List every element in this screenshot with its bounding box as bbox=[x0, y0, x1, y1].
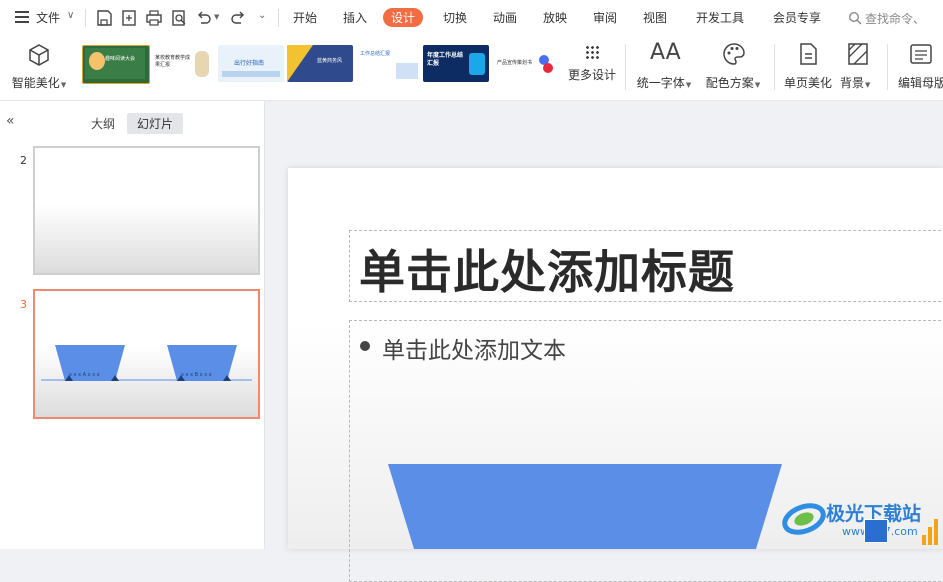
more-quick-access-icon[interactable]: ⌄ bbox=[258, 10, 266, 21]
edit-master-label: 编辑母版 bbox=[898, 76, 943, 90]
palette-icon bbox=[723, 43, 745, 65]
undo-dropdown-icon[interactable]: ▼ bbox=[214, 13, 219, 21]
background-button[interactable]: 背景▼ bbox=[840, 40, 880, 92]
slide-master-icon bbox=[910, 44, 932, 64]
tab-member[interactable]: 会员专享 bbox=[773, 9, 821, 26]
swirl-logo-icon bbox=[782, 503, 826, 535]
design-template-4[interactable]: 蓝黄商务风 bbox=[287, 45, 353, 82]
export-icon[interactable] bbox=[120, 9, 138, 27]
color-scheme-button[interactable]: 配色方案▼ bbox=[701, 40, 765, 92]
divider bbox=[774, 44, 775, 90]
command-search-input[interactable]: 查找命令、 bbox=[865, 10, 925, 27]
document-icon bbox=[800, 43, 817, 65]
unify-font-label: 统一字体 bbox=[636, 76, 685, 90]
tab-animation[interactable]: 动画 bbox=[493, 9, 517, 26]
design-ribbon: 智能美化▼ 趣味阅读大会 某校教育教学成果汇报 出行好指南 蓝黄商务风 工作总结… bbox=[0, 36, 943, 101]
tab-outline[interactable]: 大纲 bbox=[91, 115, 115, 132]
caret-down-icon: ▼ bbox=[60, 81, 67, 89]
undo-icon[interactable] bbox=[195, 9, 213, 27]
signal-bars-icon bbox=[922, 517, 940, 545]
divider bbox=[625, 44, 626, 90]
template-3-text: 出行好指南 bbox=[234, 60, 265, 67]
chevron-down-icon[interactable]: ∨ bbox=[67, 10, 74, 21]
watermark-logo: 极光下载站 www.xz7.com bbox=[782, 495, 943, 549]
hamburger-menu-icon[interactable] bbox=[15, 11, 29, 23]
background-label: 背景 bbox=[840, 76, 865, 90]
cube-icon bbox=[29, 44, 49, 66]
color-scheme-label: 配色方案 bbox=[705, 76, 754, 90]
tab-developer[interactable]: 开发工具 bbox=[696, 9, 744, 26]
bullet-dot bbox=[360, 341, 370, 351]
design-template-2[interactable]: 某校教育教学成果汇报 bbox=[151, 45, 213, 82]
template-4-text: 蓝黄商务风 bbox=[317, 58, 343, 64]
mini-text-b: x x x B x x x bbox=[181, 372, 212, 378]
save-icon[interactable] bbox=[95, 9, 113, 27]
edit-master-button[interactable]: 编辑母版 bbox=[894, 40, 943, 92]
smart-beautify-button[interactable]: 智能美化▼ bbox=[8, 40, 70, 92]
background-pattern-icon bbox=[848, 43, 868, 65]
more-design-label: 更多设计 bbox=[567, 68, 616, 82]
title-placeholder[interactable]: 单击此处添加标题 bbox=[349, 230, 943, 302]
design-template-5[interactable]: 工作总结汇报 bbox=[356, 45, 420, 82]
tab-slideshow[interactable]: 放映 bbox=[543, 9, 567, 26]
mini-slide-shapes bbox=[41, 345, 252, 381]
more-design-button[interactable]: 更多设计 bbox=[565, 40, 619, 90]
file-menu[interactable]: 文件 bbox=[36, 9, 60, 26]
template-6-text: 年度工作总结汇报 bbox=[427, 52, 464, 67]
print-icon[interactable] bbox=[145, 9, 163, 27]
design-template-6[interactable]: 年度工作总结汇报 bbox=[423, 45, 489, 82]
tab-transition[interactable]: 切换 bbox=[443, 9, 467, 26]
figure-illustration-icon bbox=[195, 51, 209, 77]
slide-title: 单击此处添加标题 bbox=[359, 245, 735, 299]
slide-thumbnail-3[interactable]: x x x A x x x x x x B x x x bbox=[33, 289, 260, 419]
redo-icon[interactable] bbox=[229, 9, 247, 27]
slide-number-selected: 3 bbox=[20, 298, 27, 311]
caret-down-icon: ▼ bbox=[754, 81, 761, 89]
template-5-text: 工作总结汇报 bbox=[360, 51, 391, 57]
template-2-text: 某校教育教学成果汇报 bbox=[155, 55, 191, 68]
design-template-1[interactable]: 趣味阅读大会 bbox=[82, 45, 150, 84]
tab-start[interactable]: 开始 bbox=[293, 9, 317, 26]
design-template-7[interactable]: 产品宣传策划书 bbox=[493, 45, 557, 82]
divider bbox=[85, 9, 86, 27]
tab-view[interactable]: 视图 bbox=[643, 9, 667, 26]
divider bbox=[887, 44, 888, 90]
cartoon-kid-icon bbox=[89, 52, 105, 70]
caret-down-icon: ▼ bbox=[685, 81, 692, 89]
divider bbox=[278, 9, 279, 27]
page-beautify-button[interactable]: 单页美化 bbox=[779, 40, 837, 92]
caret-down-icon: ▼ bbox=[865, 81, 871, 89]
print-preview-icon[interactable] bbox=[170, 9, 188, 27]
template-1-text: 趣味阅读大会 bbox=[105, 56, 136, 62]
slide-number: 2 bbox=[20, 154, 27, 167]
font-aa-icon: AA bbox=[650, 40, 681, 65]
menu-bar: 文件 ∨ ▼ ⌄ 开始 插入 设计 切换 动画 放映 审阅 视图 开发工具 会员… bbox=[0, 0, 943, 36]
slide-panel: « 大纲 幻灯片 2 3 x x x A x x x x x x B x x x bbox=[0, 101, 265, 549]
smart-beautify-label: 智能美化 bbox=[11, 76, 60, 90]
tab-insert[interactable]: 插入 bbox=[343, 9, 367, 26]
design-template-3[interactable]: 出行好指南 bbox=[218, 45, 284, 82]
slide-canvas[interactable]: 单击此处添加标题 单击此处添加文本 bbox=[288, 168, 943, 582]
tab-review[interactable]: 审阅 bbox=[593, 9, 617, 26]
tab-slides[interactable]: 幻灯片 bbox=[127, 113, 184, 134]
grid-dots-icon bbox=[585, 45, 599, 59]
slide-body-text: 单击此处添加文本 bbox=[382, 338, 566, 364]
image-thumbnail-icon bbox=[864, 519, 888, 543]
slide-thumbnail-2[interactable] bbox=[33, 146, 260, 275]
trapezoid-shape[interactable] bbox=[386, 464, 786, 549]
tab-design[interactable]: 设计 bbox=[383, 8, 424, 27]
mini-text-a: x x x A x x x bbox=[69, 372, 100, 378]
template-7-text: 产品宣传策划书 bbox=[497, 60, 533, 66]
page-beautify-label: 单页美化 bbox=[783, 76, 832, 90]
unify-font-button[interactable]: AA 统一字体▼ bbox=[632, 40, 696, 92]
double-chevron-left-icon[interactable]: « bbox=[6, 113, 15, 129]
search-icon[interactable] bbox=[848, 11, 862, 25]
